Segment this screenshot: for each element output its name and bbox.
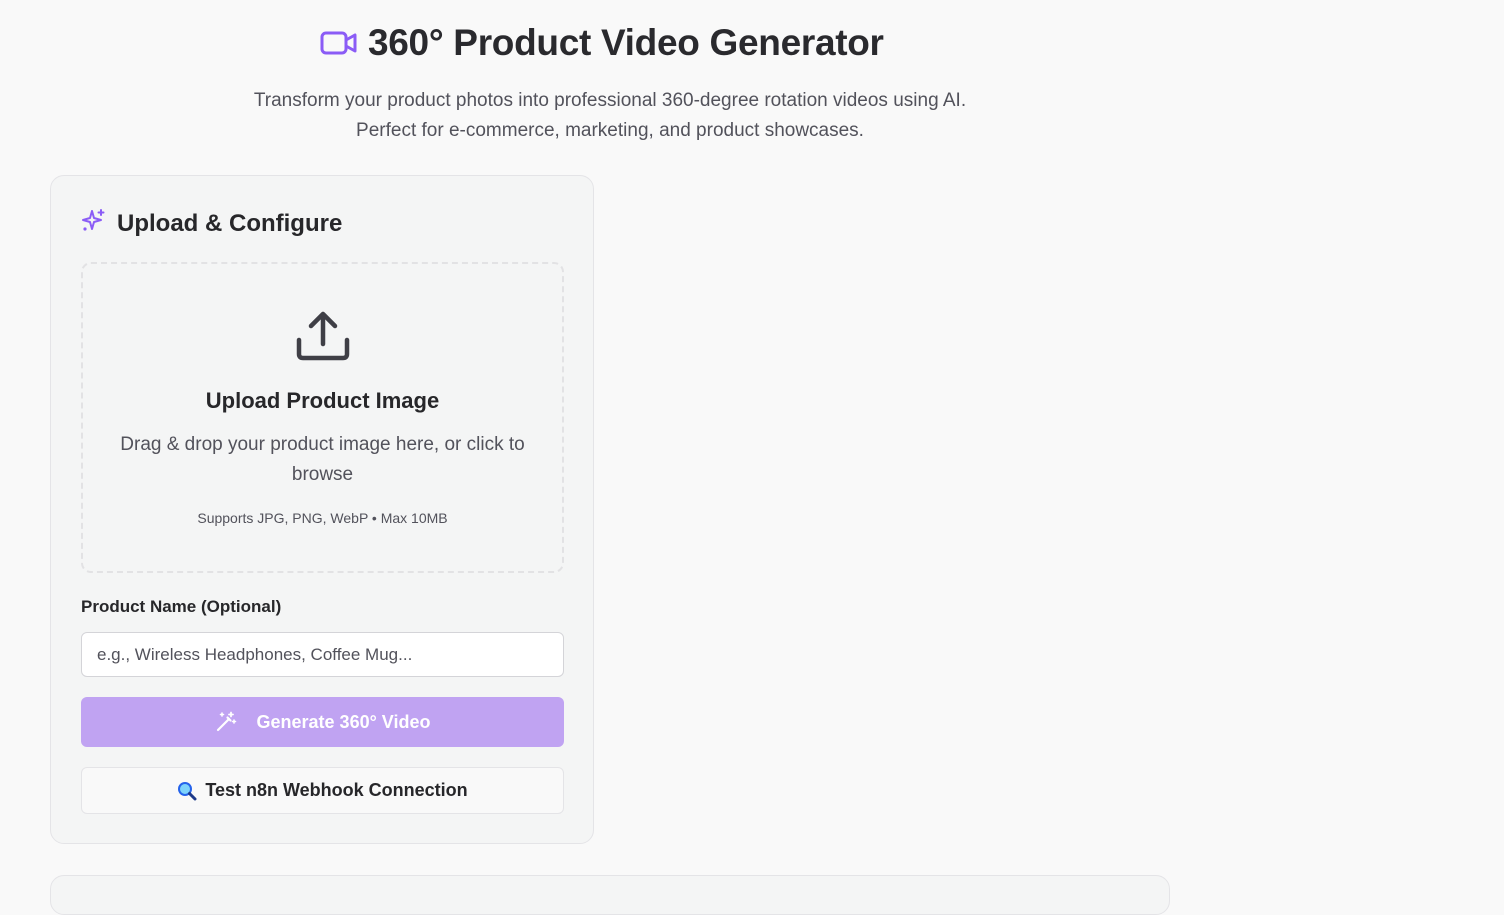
test-webhook-button-label: Test n8n Webhook Connection: [205, 780, 468, 800]
dropzone-description: Drag & drop your product image here, or …: [120, 434, 525, 485]
upload-icon: [295, 308, 351, 364]
card-header: Upload & Configure: [81, 208, 342, 239]
test-webhook-button[interactable]: Test n8n Webhook Connection: [81, 767, 564, 814]
subtitle-line-1: Transform your product photos into profe…: [253, 90, 967, 111]
video-camera-icon: [320, 30, 358, 56]
generate-video-button[interactable]: Generate 360° Video: [81, 697, 564, 747]
title-row: 360° Product Video Generator: [320, 20, 884, 66]
page-title: 360° Product Video Generator: [368, 22, 884, 63]
image-dropzone[interactable]: Upload Product Image Drag & drop your pr…: [81, 262, 564, 573]
subtitle-line-2: Perfect for e-commerce, marketing, and p…: [356, 120, 864, 141]
product-name-label: Product Name (Optional): [81, 597, 282, 616]
dropzone-title: Upload Product Image: [205, 388, 440, 413]
upload-configure-card: Upload & Configure Upload Product Image …: [50, 175, 594, 844]
results-card: [50, 875, 1170, 915]
generate-video-button-label: Generate 360° Video: [256, 711, 431, 732]
dropzone-file-requirements: Supports JPG, PNG, WebP • Max 10MB: [197, 510, 448, 526]
page-subtitle: Transform your product photos into profe…: [0, 86, 1220, 146]
magic-wand-icon: [215, 711, 237, 733]
product-name-input[interactable]: [81, 632, 564, 677]
sparkles-icon: [81, 208, 107, 239]
card-title: Upload & Configure: [117, 209, 343, 237]
magnifying-glass-icon: [177, 781, 197, 801]
